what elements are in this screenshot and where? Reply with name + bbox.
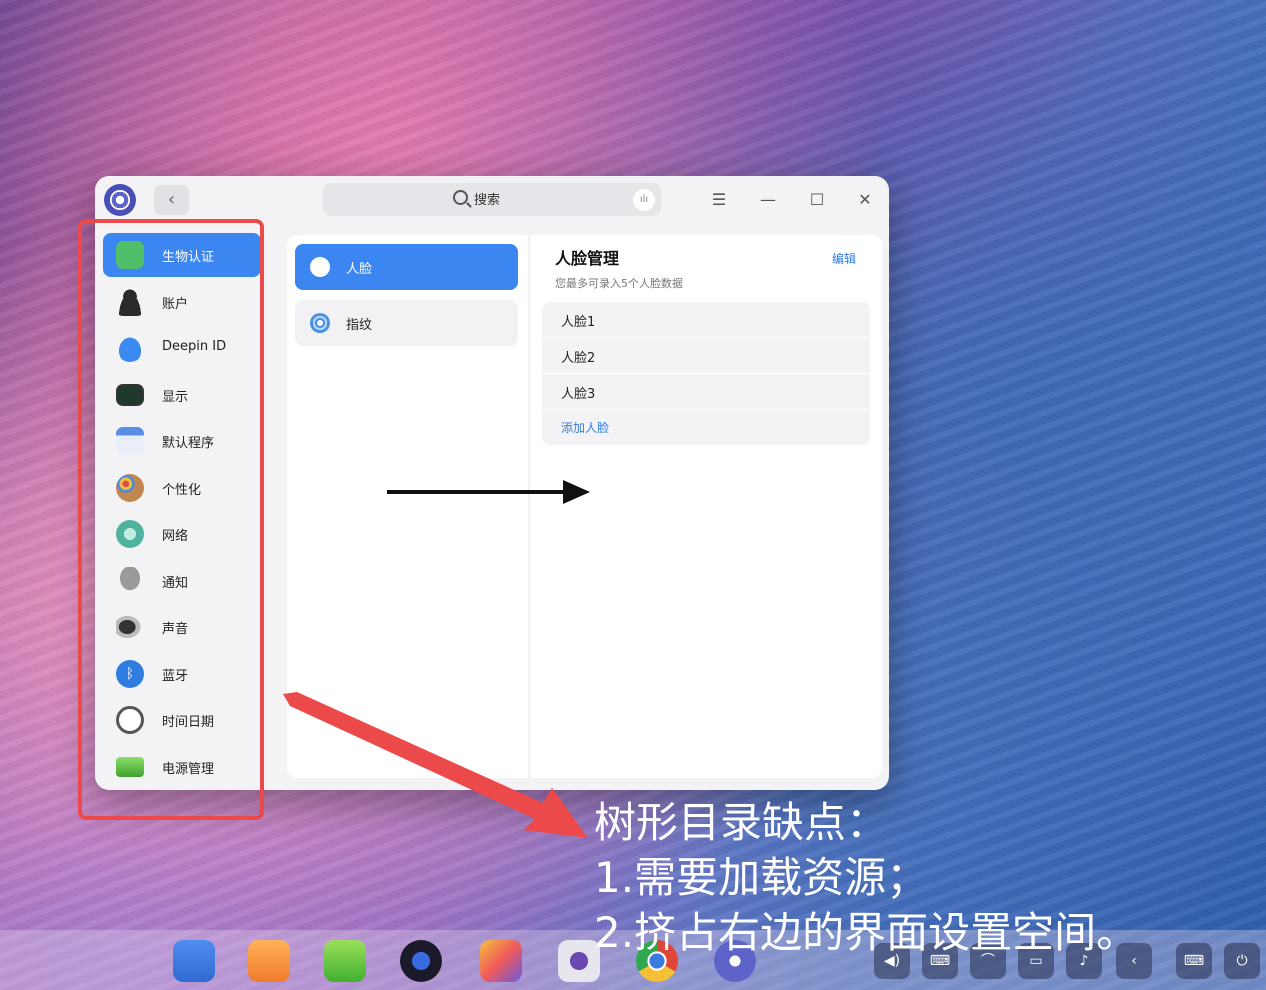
annotation-line-1: 树形目录缺点： bbox=[594, 798, 889, 847]
app-store-icon[interactable] bbox=[248, 940, 290, 982]
music-icon[interactable] bbox=[324, 940, 366, 982]
sidebar-highlight-box bbox=[78, 219, 264, 820]
onscreen-keyboard-icon[interactable]: ⌨ bbox=[1176, 943, 1212, 979]
video-player-icon[interactable] bbox=[400, 940, 442, 982]
annotation-text: 树形目录缺点： 1.需要加载资源； 2.挤占右边的界面设置空间。 bbox=[594, 795, 1138, 960]
red-arrow bbox=[283, 692, 588, 838]
power-icon[interactable]: ⏻ bbox=[1224, 943, 1260, 979]
annotation-line-2: 1.需要加载资源； bbox=[594, 853, 929, 902]
black-arrow-head bbox=[563, 480, 590, 504]
annotation-line-3: 2.挤占右边的界面设置空间。 bbox=[594, 908, 1139, 957]
file-manager-icon[interactable] bbox=[173, 940, 215, 982]
photos-icon[interactable] bbox=[480, 940, 522, 982]
